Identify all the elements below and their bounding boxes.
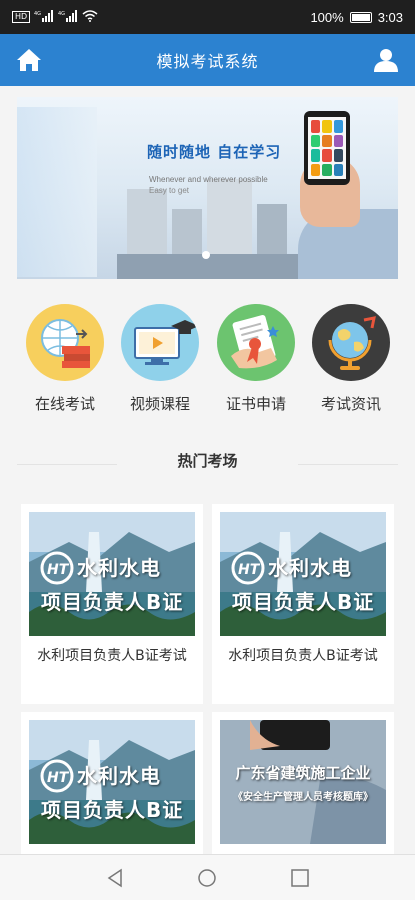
user-button[interactable]	[369, 43, 403, 77]
hd-indicator: HD	[12, 11, 31, 23]
recents-square-icon	[291, 869, 309, 887]
system-nav-bar	[0, 854, 415, 900]
battery-percent: 100%	[310, 9, 344, 25]
quick-nav-label: 考试资讯	[320, 395, 381, 413]
exam-card-image: 广东省建筑施工企业 《安全生产管理人员考核题库》	[220, 720, 386, 844]
exam-card[interactable]: HT 水利水电 项目负责人B证 水利项目负责人B证考试	[21, 504, 203, 704]
status-left: HD 4G 4G	[12, 9, 98, 25]
banner-subtitle-2: Easy to get	[149, 186, 190, 195]
globe-books-icon	[26, 304, 104, 381]
back-button[interactable]	[104, 867, 126, 889]
exam-card-image-line2: 《安全生产管理人员考核题库》	[233, 792, 373, 803]
exam-card-image-line1: 广东省建筑施工企业	[235, 764, 371, 782]
app-header: 模拟考试系统	[0, 34, 415, 86]
home-circle-icon	[198, 869, 216, 887]
back-triangle-icon	[107, 868, 122, 888]
user-icon	[374, 49, 398, 72]
home-icon	[17, 49, 41, 71]
home-nav-button[interactable]	[196, 867, 218, 889]
quick-nav-online-exam[interactable]: 在线考试	[25, 304, 105, 414]
banner-phone-image	[304, 111, 350, 185]
quick-nav-label: 视频课程	[129, 395, 190, 413]
banner-headline: 随时随地 自在学习	[147, 143, 282, 161]
exam-card[interactable]: HT 水利水电 项目负责人B证 水利项目负责人B证考试	[212, 504, 394, 704]
quick-nav-label: 证书申请	[225, 395, 286, 413]
exam-card-image: HT 水利水电 项目负责人B证	[220, 512, 386, 636]
page-title: 模拟考试系统	[156, 52, 259, 71]
exam-card-image-line2: 项目负责人B证	[232, 590, 375, 614]
certificate-icon	[217, 304, 295, 381]
exam-card-image-line1: 水利水电	[77, 556, 161, 580]
exam-card-image-line2: 项目负责人B证	[41, 798, 184, 822]
signal-icon: 4G	[34, 9, 54, 25]
svg-text:4G: 4G	[34, 11, 41, 17]
exam-card-image: HT 水利水电 项目负责人B证	[29, 512, 195, 636]
home-button[interactable]	[12, 43, 46, 77]
battery-icon	[349, 11, 372, 23]
video-course-icon	[121, 304, 199, 381]
exam-card-label: 水利项目负责人B证考试	[228, 648, 378, 664]
status-bar: HD 4G 4G 100% 3:03	[0, 0, 415, 34]
exam-card-image-line1: 水利水电	[77, 764, 161, 788]
banner-subtitle: Whenever and wherever possible	[149, 175, 268, 184]
exam-card-label: 水利项目负责人B证考试	[37, 648, 187, 664]
exam-card-image-line1: 水利水电	[268, 556, 352, 580]
exam-card-image: HT 水利水电 项目负责人B证	[29, 720, 195, 844]
signal-icon-2: 4G	[58, 9, 78, 25]
clock: 3:03	[377, 9, 403, 25]
globe-news-icon	[312, 304, 390, 381]
status-right: 100% 3:03	[310, 10, 403, 25]
carousel-indicator-dot[interactable]	[202, 251, 210, 259]
battery-level	[351, 13, 370, 21]
quick-nav-video-course[interactable]: 视频课程	[120, 304, 200, 414]
quick-nav-label: 在线考试	[34, 395, 95, 413]
exam-card-image-line2: 项目负责人B证	[41, 590, 184, 614]
section-title: 热门考场	[177, 452, 238, 470]
svg-text:4G: 4G	[58, 11, 65, 17]
recents-button[interactable]	[289, 867, 311, 889]
quick-nav-certificate[interactable]: 证书申请	[216, 304, 296, 414]
quick-nav-exam-news[interactable]: 考试资讯	[311, 304, 391, 414]
exam-card[interactable]: 广东省建筑施工企业 《安全生产管理人员考核题库》	[212, 712, 394, 854]
exam-card[interactable]: HT 水利水电 项目负责人B证	[21, 712, 203, 854]
divider-right	[298, 464, 398, 465]
wifi-icon	[82, 9, 98, 25]
